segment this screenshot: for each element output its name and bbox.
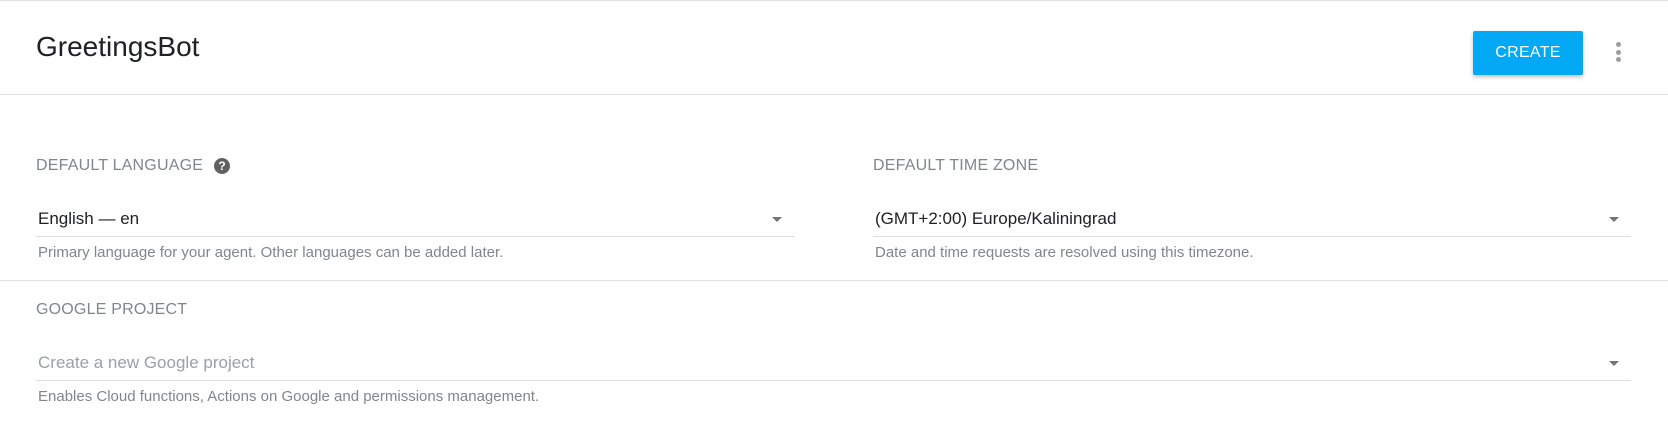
more-dot	[1615, 42, 1621, 47]
header: CREATE	[0, 1, 1668, 95]
default-timezone-hint: Date and time requests are resolved usin…	[875, 244, 1254, 261]
more-vert-icon[interactable]	[1610, 39, 1626, 65]
section-divider	[0, 280, 1668, 281]
google-project-placeholder: Create a new Google project	[38, 353, 255, 372]
more-dot	[1615, 57, 1621, 62]
chevron-down-icon	[1609, 361, 1619, 366]
agent-name-input[interactable]	[36, 31, 636, 63]
create-button[interactable]: CREATE	[1473, 31, 1583, 75]
default-timezone-select[interactable]: (GMT+2:00) Europe/Kaliningrad	[873, 201, 1631, 237]
google-project-hint: Enables Cloud functions, Actions on Goog…	[38, 388, 540, 405]
default-language-select[interactable]: English — en	[36, 201, 794, 237]
more-dot	[1615, 49, 1621, 55]
default-language-hint: Primary language for your agent. Other l…	[38, 244, 504, 261]
help-icon[interactable]: ?	[214, 158, 230, 174]
agent-settings-page: CREATE DEFAULT LANGUAGE ? English — en P…	[0, 0, 1668, 423]
default-language-label: DEFAULT LANGUAGE	[36, 157, 204, 174]
default-timezone-value: (GMT+2:00) Europe/Kaliningrad	[875, 209, 1117, 228]
default-timezone-label: DEFAULT TIME ZONE	[873, 157, 1039, 174]
google-project-select[interactable]: Create a new Google project	[36, 345, 1631, 381]
chevron-down-icon	[1609, 217, 1619, 222]
chevron-down-icon	[772, 217, 782, 222]
google-project-label: GOOGLE PROJECT	[36, 301, 188, 318]
default-language-value: English — en	[38, 209, 140, 228]
